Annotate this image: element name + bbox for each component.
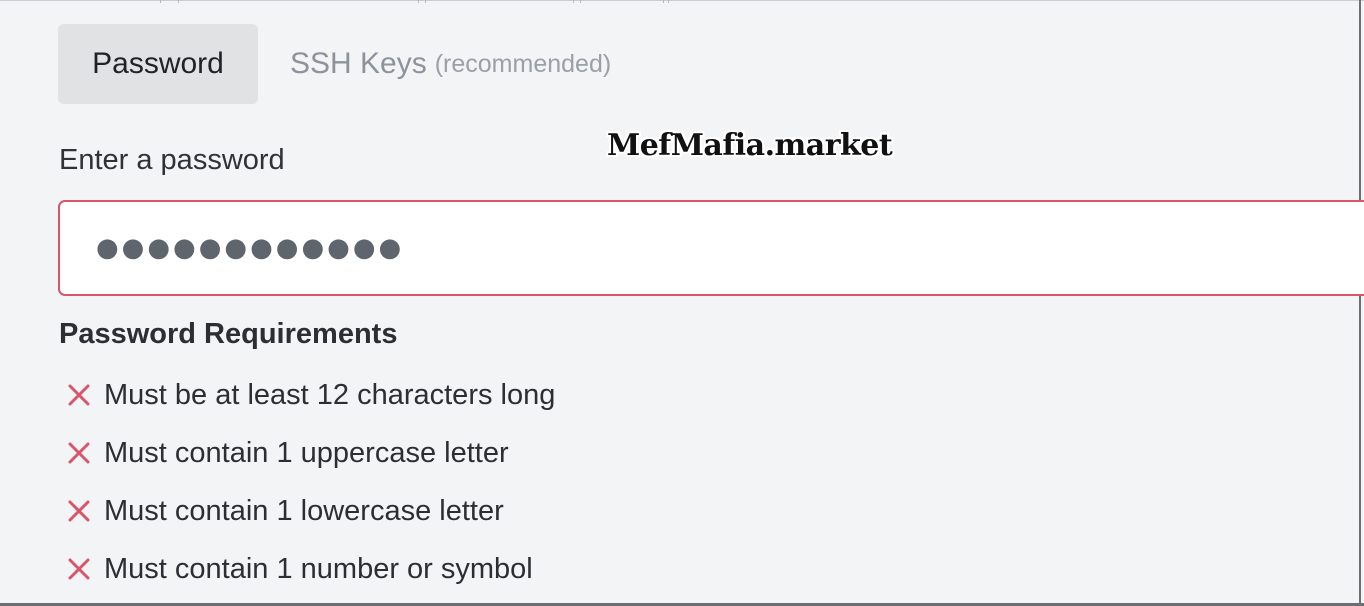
window-right-edge bbox=[1359, 0, 1361, 606]
requirement-text: Must contain 1 uppercase letter bbox=[104, 436, 509, 469]
requirement-item: Must contain 1 lowercase letter bbox=[64, 482, 555, 540]
password-label: Enter a password bbox=[59, 144, 285, 176]
window-top-edge bbox=[0, 0, 1364, 1]
tab-ssh-keys[interactable]: SSH Keys (recommended) bbox=[258, 24, 611, 104]
password-masked-value: ●●●●●●●●●●●● bbox=[96, 233, 405, 263]
password-input[interactable]: ●●●●●●●●●●●● bbox=[58, 200, 1364, 296]
tab-ssh-keys-label: SSH Keys bbox=[290, 47, 427, 80]
tab-password-label: Password bbox=[92, 47, 224, 80]
watermark-text: MefMafia.market bbox=[607, 128, 893, 163]
requirements-list: Must be at least 12 characters long Must… bbox=[64, 366, 555, 598]
fail-x-icon bbox=[64, 441, 94, 465]
tab-ssh-keys-hint: (recommended) bbox=[434, 49, 612, 78]
requirement-text: Must contain 1 lowercase letter bbox=[104, 494, 504, 527]
requirement-item: Must contain 1 number or symbol bbox=[64, 540, 555, 598]
fail-x-icon bbox=[64, 383, 94, 407]
requirement-item: Must contain 1 uppercase letter bbox=[64, 424, 555, 482]
requirement-item: Must be at least 12 characters long bbox=[64, 366, 555, 424]
requirement-text: Must contain 1 number or symbol bbox=[104, 552, 533, 585]
fail-x-icon bbox=[64, 499, 94, 523]
requirements-title: Password Requirements bbox=[59, 318, 398, 350]
tab-password[interactable]: Password bbox=[58, 24, 258, 104]
requirement-text: Must be at least 12 characters long bbox=[104, 378, 556, 411]
auth-method-tabs: Password SSH Keys (recommended) bbox=[58, 24, 611, 104]
fail-x-icon bbox=[64, 557, 94, 581]
